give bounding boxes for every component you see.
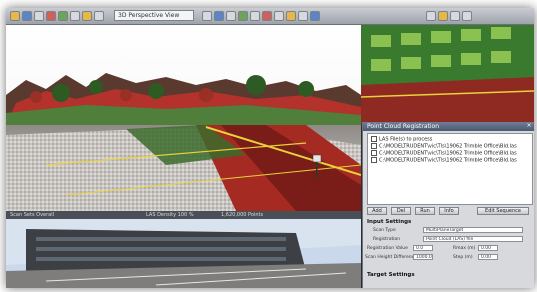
delete-button[interactable]: Del	[391, 207, 411, 215]
list-header: LAS File(s) to process	[371, 136, 432, 143]
registration-label: Registration	[373, 237, 401, 242]
checkbox-icon[interactable]	[371, 143, 377, 149]
input-settings-heading: Input Settings	[367, 219, 412, 225]
save-icon[interactable]	[22, 11, 32, 21]
status-scan-sets: Scan Sets Overall	[10, 212, 55, 218]
toolbar: 3D Perspective View	[6, 8, 534, 25]
scan-type-label: Scan Type	[373, 228, 396, 233]
rmax-field[interactable]: 0.00	[478, 245, 498, 251]
status-density: LAS Density 100 %	[146, 212, 194, 218]
checkbox-icon[interactable]	[371, 136, 377, 142]
photo-view[interactable]	[6, 219, 361, 288]
target-settings-heading: Target Settings	[367, 272, 415, 278]
point-cloud-registration-panel: Point Cloud Registration × LAS File(s) t…	[362, 122, 534, 288]
list-item[interactable]: C:\MODELTRUDENT\vic\Tls\19062 Trimble Of…	[371, 143, 517, 150]
scan-height-field[interactable]: 1000.0	[413, 254, 433, 260]
fit-icon[interactable]	[274, 11, 284, 21]
checkbox-icon[interactable]	[371, 150, 377, 156]
scan-type-select[interactable]: MultiPlaneTarget	[423, 227, 523, 233]
point-cloud-render	[6, 25, 361, 211]
window-icon[interactable]	[450, 11, 460, 21]
layers-icon[interactable]	[94, 11, 104, 21]
building-point-cloud[interactable]	[361, 25, 534, 125]
edit-sequence-button[interactable]: Edit Sequence	[477, 207, 529, 215]
select-icon[interactable]	[46, 11, 56, 21]
list-item[interactable]: C:\MODELTRUDENT\vic\Tls\19062 Trimble Of…	[371, 150, 517, 157]
cut-icon[interactable]	[226, 11, 236, 21]
app-window: 3D Perspective View Scan Sets Overall LA…	[6, 8, 534, 288]
settings-icon[interactable]	[426, 11, 436, 21]
grid-icon[interactable]	[202, 11, 212, 21]
light-icon[interactable]	[286, 11, 296, 21]
building-render	[361, 25, 534, 125]
orbit-icon[interactable]	[82, 11, 92, 21]
pan-icon[interactable]	[70, 11, 80, 21]
point-cloud-viewport[interactable]	[6, 25, 361, 211]
target-icon[interactable]	[262, 11, 272, 21]
street-photo	[6, 219, 361, 288]
color-icon[interactable]	[298, 11, 308, 21]
rmax-label: Rmax (m)	[453, 246, 476, 251]
registration-value-label: Registration Value	[367, 246, 408, 251]
layout-icon[interactable]	[462, 11, 472, 21]
viewport-status-bar: Scan Sets Overall LAS Density 100 % 1,62…	[6, 211, 361, 219]
registration-select[interactable]: Point Cloud (LAS) file	[423, 236, 523, 242]
add-button[interactable]: Add	[367, 207, 387, 215]
undo-icon[interactable]	[34, 11, 44, 21]
las-file-list[interactable]: LAS File(s) to process C:\MODELTRUDENT\v…	[367, 133, 533, 205]
measure-icon[interactable]	[214, 11, 224, 21]
filter-icon[interactable]	[238, 11, 248, 21]
info-button[interactable]: Info	[439, 207, 459, 215]
step-field[interactable]: 0.00	[478, 254, 498, 260]
status-points: 1,620,000 Points	[221, 212, 264, 218]
checkbox-icon[interactable]	[371, 157, 377, 163]
zoom-icon[interactable]	[58, 11, 68, 21]
scan-height-label: Scan Height Difference	[365, 255, 417, 260]
close-icon[interactable]: ×	[526, 123, 532, 129]
view-select[interactable]: 3D Perspective View	[114, 10, 194, 21]
camera-icon[interactable]	[250, 11, 260, 21]
help-icon[interactable]	[438, 11, 448, 21]
registration-value-field[interactable]: 0.0	[413, 245, 433, 251]
step-label: Step (m)	[453, 255, 473, 260]
run-button[interactable]: Run	[415, 207, 435, 215]
open-icon[interactable]	[10, 11, 20, 21]
sky-icon[interactable]	[310, 11, 320, 21]
list-item[interactable]: C:\MODELTRUDENT\vic\Tls\19062 Trimble Of…	[371, 157, 517, 164]
panel-title: Point Cloud Registration	[363, 122, 534, 131]
